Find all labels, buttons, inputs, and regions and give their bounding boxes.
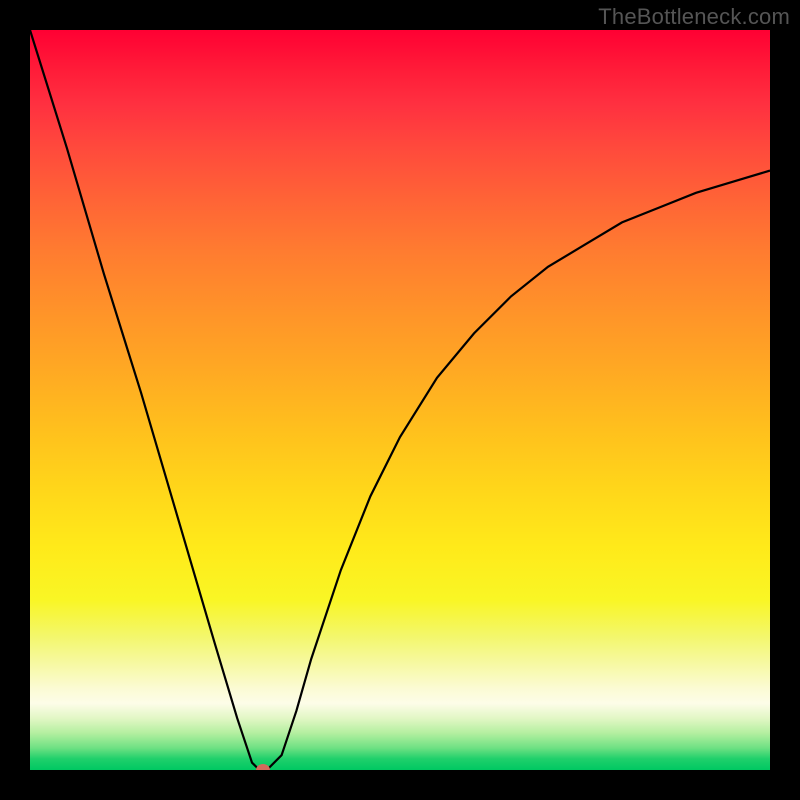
- plot-area: [30, 30, 770, 770]
- chart-frame: TheBottleneck.com: [0, 0, 800, 800]
- current-point-marker: [256, 764, 270, 770]
- curve-svg: [30, 30, 770, 770]
- bottleneck-curve: [30, 30, 770, 770]
- watermark-text: TheBottleneck.com: [598, 4, 790, 30]
